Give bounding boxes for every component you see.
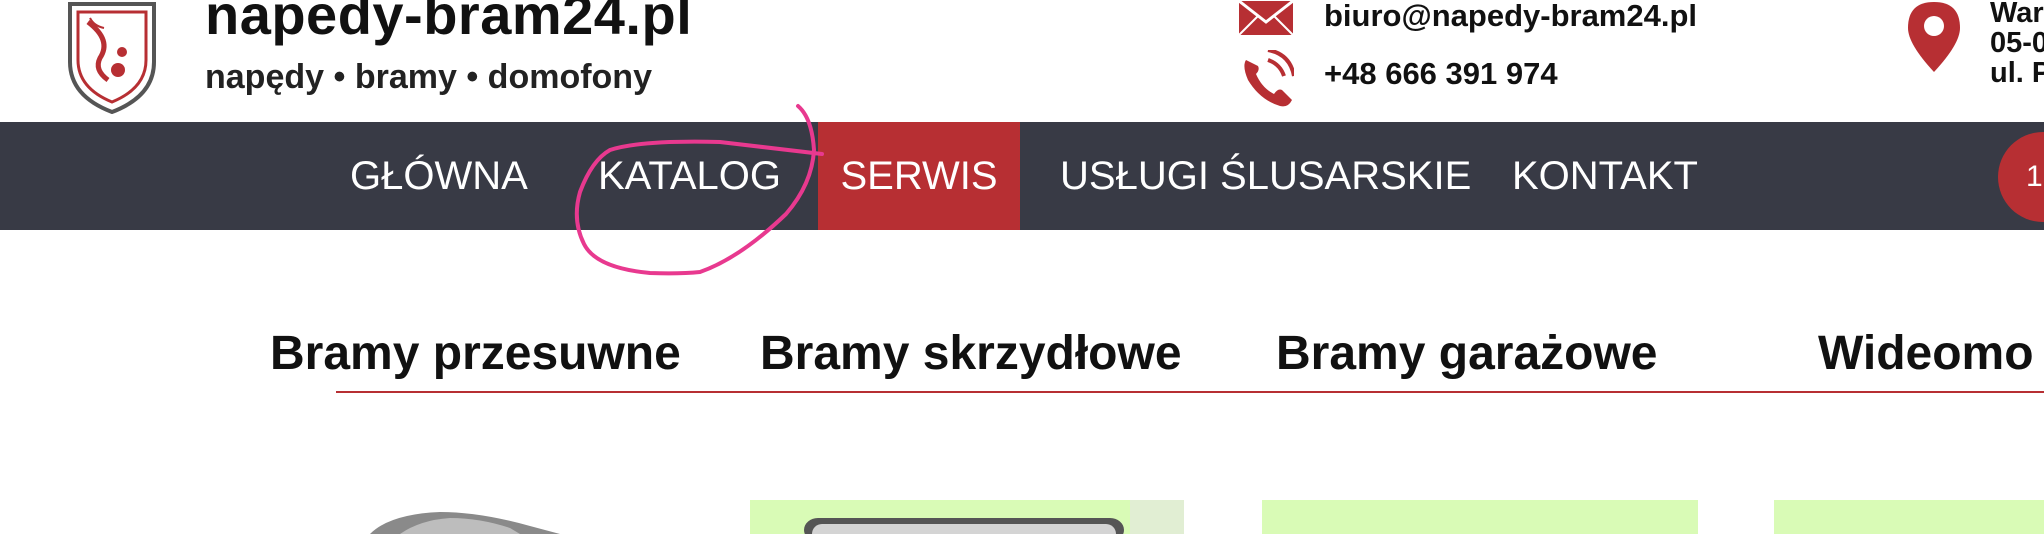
nav-item-kontakt[interactable]: KONTAKT [1512, 122, 1698, 230]
category-bramy-skrzydlowe[interactable]: Bramy skrzydłowe [760, 326, 1182, 381]
envelope-icon [1238, 0, 1294, 36]
category-bramy-garazowe[interactable]: Bramy garażowe [1276, 326, 1658, 381]
main-nav: GŁÓWNA KATALOG SERWIS USŁUGI ŚLUSARSKIE … [0, 122, 2044, 230]
address-block: War 05-0 ul. P [1990, 0, 2044, 88]
nav-item-serwis[interactable]: SERWIS [818, 122, 1020, 230]
site-logo[interactable] [64, 0, 160, 114]
email-link[interactable]: biuro@napedy-bram24.pl [1324, 0, 1697, 34]
category-bramy-przesuwne[interactable]: Bramy przesuwne [270, 326, 681, 381]
site-title[interactable]: napedy-bram24.pl [205, 0, 692, 47]
phone-link[interactable]: +48 666 391 974 [1324, 56, 1558, 92]
phone-icon [1244, 50, 1294, 107]
map-pin-icon [1908, 2, 1960, 72]
cart-count-badge[interactable]: 1 [1998, 132, 2044, 222]
nav-item-uslugi-slusarskie[interactable]: USŁUGI ŚLUSARSKIE [1060, 122, 1471, 230]
address-line: ul. P [1990, 57, 2044, 89]
category-wideomonitoring[interactable]: Wideomo [1818, 326, 2034, 381]
category-divider [336, 391, 2044, 393]
product-image[interactable] [1774, 500, 2044, 534]
nav-item-glowna[interactable]: GŁÓWNA [350, 122, 528, 230]
site-subtitle: napędy • bramy • domofony [205, 58, 652, 96]
address-line: 05-0 [1990, 27, 2044, 59]
product-image[interactable] [1262, 500, 1698, 534]
product-image[interactable] [330, 500, 630, 534]
nav-item-katalog[interactable]: KATALOG [598, 122, 781, 230]
address-line: War [1990, 0, 2044, 29]
product-image[interactable] [750, 500, 1184, 539]
